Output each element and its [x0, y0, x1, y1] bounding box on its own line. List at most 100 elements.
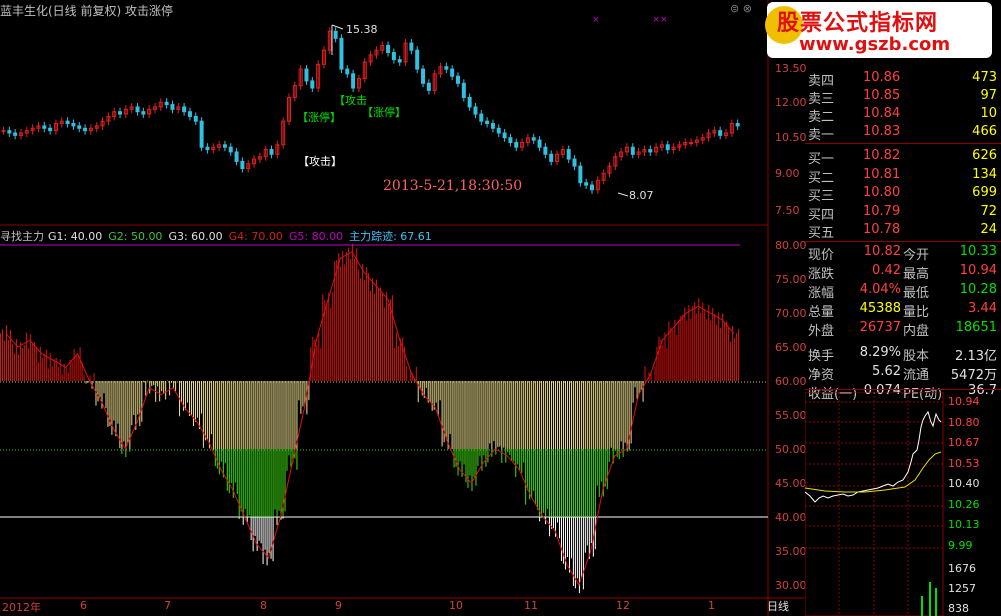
stat-label: 量比 [903, 305, 930, 320]
indicator-bar [250, 381, 252, 449]
quote-label: 买二 [808, 170, 835, 186]
volume-tick: 1676 [948, 562, 976, 575]
indicator-bar [272, 517, 274, 562]
indicator-bar [268, 381, 270, 449]
sell-quote-row[interactable]: 卖三 10.85 97 [805, 88, 1001, 107]
intraday-tick: 10.80 [948, 415, 980, 429]
indicator-bar [539, 517, 541, 522]
stat-value: 3.44 [968, 301, 997, 316]
buy-quote-row[interactable]: 买四 10.79 72 [805, 204, 1001, 223]
indicator-bar [258, 517, 260, 541]
indicator-bar [220, 381, 222, 449]
indicator-bar [730, 341, 732, 381]
indicator-bar [105, 381, 107, 409]
buy-quote-row[interactable]: 买二 10.81 134 [805, 166, 1001, 186]
indicator-bar [298, 381, 300, 401]
candlestick [444, 66, 449, 70]
indicator-bar [592, 381, 594, 449]
indicator-name[interactable]: 寻找主力 [0, 230, 44, 243]
indicator-bar [133, 381, 135, 416]
indicator-bar [284, 381, 286, 449]
indicator-bar [523, 449, 525, 463]
quote-panel: 卖四 10.86 473 卖三 10.85 97 卖二 10.84 10 卖一 10.83 466 买… [805, 52, 1001, 616]
period-label[interactable]: 日线 [767, 598, 789, 614]
indicator-bar [543, 449, 545, 513]
indicator-bar [278, 449, 280, 511]
indicator-bar [113, 381, 115, 421]
indicator-bar [59, 359, 61, 381]
indicator-bar [576, 449, 578, 517]
candlestick [77, 125, 82, 129]
indicator-bar [566, 517, 568, 558]
indicator-bar [672, 329, 674, 381]
indicator-bar [147, 379, 149, 381]
indicator-bar [401, 337, 403, 381]
indicator-bar [372, 278, 373, 381]
indicator-bar [13, 353, 15, 381]
indicator-bar [513, 449, 515, 462]
buy-quote-row[interactable]: 买一 10.82 626 [805, 148, 1001, 167]
sell-quote-row[interactable]: 卖一 10.83 466 [805, 124, 1001, 143]
candlestick [426, 82, 431, 91]
indicator-bar [555, 381, 557, 449]
indicator-bar [270, 517, 272, 559]
buy-quote-row[interactable]: 买三 10.80 699 [805, 185, 1001, 204]
indicator-bar [572, 449, 574, 517]
indicator-bar [274, 381, 276, 449]
indicator-bar [676, 334, 678, 381]
indicator-bar [453, 381, 455, 449]
indicator-bar [127, 381, 129, 443]
buy-quote-row[interactable]: 买五 10.78 24 [805, 222, 1001, 241]
candlestick [42, 125, 47, 129]
indicator-bar [107, 381, 109, 427]
candlestick [409, 42, 414, 51]
indicator-bar [473, 449, 475, 477]
indicator-bar [123, 381, 125, 442]
indicator-bar [576, 381, 578, 449]
indicator-bar [145, 381, 147, 396]
quote-volume: 466 [972, 124, 997, 139]
stat-value: 10.82 [863, 244, 901, 259]
indicator-bar [250, 517, 252, 541]
indicator-bar [706, 319, 708, 381]
indicator-bar [606, 449, 608, 490]
indicator-bar [2, 329, 3, 381]
indicator-bar [260, 381, 262, 449]
indicator-bar [280, 449, 282, 517]
indicator-bar [513, 381, 515, 449]
indicator-bar [509, 449, 511, 455]
indicator-bar [541, 449, 543, 517]
indicator-bar [499, 381, 501, 447]
indicator-bar [27, 348, 29, 381]
quote-volume: 134 [972, 166, 997, 182]
indicator-bar [344, 264, 346, 381]
sell-quote-row[interactable]: 卖二 10.84 10 [805, 106, 1001, 125]
indicator-bar [131, 381, 133, 426]
price-tick: 13.50 [775, 62, 807, 75]
indicator-bar [19, 342, 21, 381]
intraday-tick: 10.67 [948, 436, 980, 449]
indicator-bar [200, 381, 202, 414]
indicator-bar [688, 305, 690, 381]
indicator-bar [592, 449, 594, 517]
indicator-bar [143, 381, 145, 383]
indicator-bar [471, 449, 473, 492]
indicator-bar [405, 366, 407, 381]
indicator-bar [580, 381, 582, 449]
indicator-bar [0, 333, 1, 381]
candlestick [514, 141, 519, 148]
indicator-bar [479, 381, 481, 449]
candlestick [415, 49, 420, 70]
indicator-bar [590, 449, 592, 517]
indicator-bar [358, 269, 360, 381]
indicator-bar [549, 449, 551, 517]
indicator-bar [606, 381, 608, 449]
indicator-bar [533, 381, 535, 449]
indicator-bar [580, 449, 582, 517]
indicator-bar [630, 381, 632, 444]
sell-quote-row[interactable]: 卖四 10.86 473 [805, 70, 1001, 89]
indicator-bar [374, 293, 375, 381]
indicator-bar [242, 517, 244, 525]
indicator-bar [240, 381, 242, 449]
stat-label: 内盘 [903, 324, 930, 339]
